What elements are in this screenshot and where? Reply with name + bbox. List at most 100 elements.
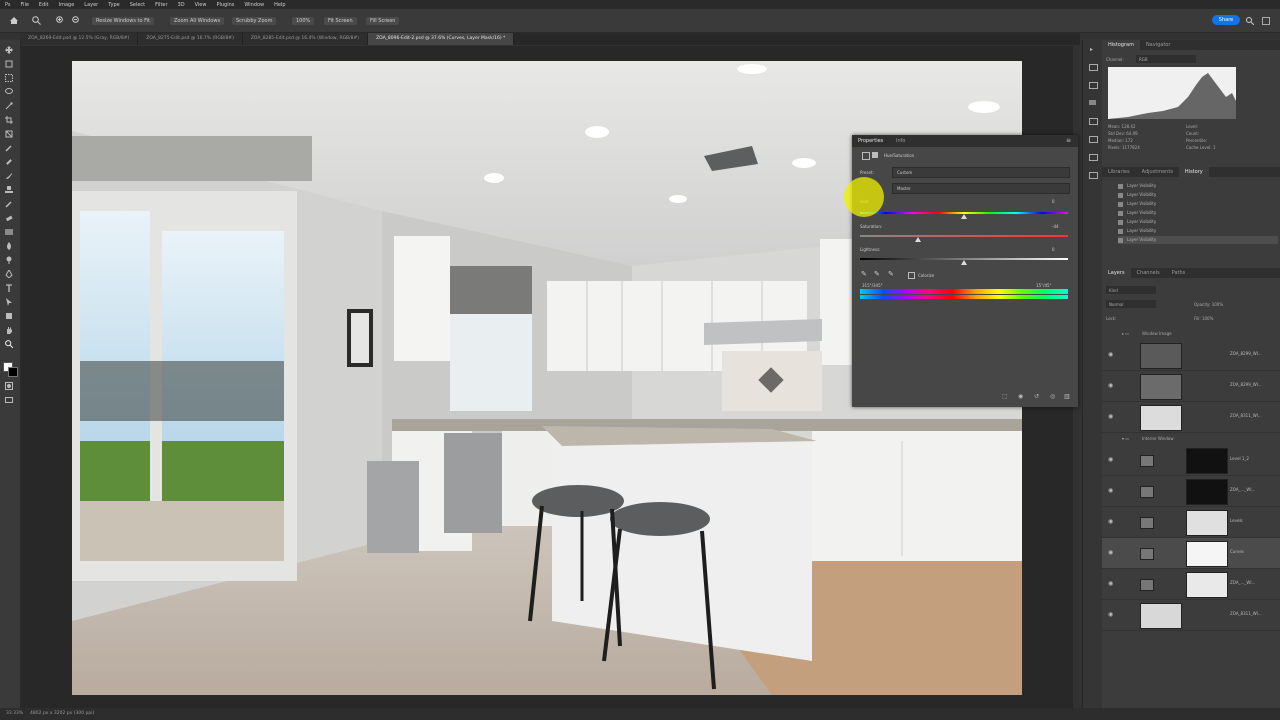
info-panel-icon[interactable] <box>1089 154 1098 161</box>
history-item[interactable]: Layer Visibility <box>1118 209 1278 217</box>
tab-history[interactable]: History <box>1178 167 1209 177</box>
shape-tool-icon[interactable] <box>5 312 13 320</box>
history-item[interactable]: Layer Visibility <box>1118 236 1278 244</box>
delete-icon[interactable]: ▥ <box>1064 393 1070 400</box>
properties-panel[interactable]: Properties Info ≡ Hue/Saturation Preset:… <box>852 135 1078 407</box>
brushes-panel-icon[interactable] <box>1089 118 1098 125</box>
layer-thumbnail[interactable] <box>1140 603 1182 629</box>
app-logo[interactable]: Ps <box>0 2 16 8</box>
zoom-tool-icon[interactable] <box>32 16 41 27</box>
layer-mask-thumbnail[interactable] <box>1186 572 1228 598</box>
home-icon[interactable] <box>10 17 18 24</box>
healing-brush-tool-icon[interactable] <box>5 158 13 166</box>
menu-item-filter[interactable]: Filter <box>150 2 172 8</box>
quick-mask-icon[interactable] <box>5 382 13 390</box>
eyedropper-tool-icon[interactable] <box>5 144 13 152</box>
lightness-value[interactable]: 0 <box>1052 247 1055 252</box>
layer-row[interactable]: ◉ ZOA_8311_WI... <box>1102 600 1280 631</box>
path-select-tool-icon[interactable] <box>5 298 13 306</box>
tab-layers[interactable]: Layers <box>1102 268 1131 278</box>
brush-tool-icon[interactable] <box>5 172 13 180</box>
zoom-out-icon[interactable] <box>72 16 81 27</box>
eyedropper-minus-icon[interactable]: ✎ <box>888 270 894 278</box>
history-item[interactable]: Layer Visibility <box>1118 182 1278 190</box>
eyedropper-plus-icon[interactable]: ✎ <box>874 270 880 278</box>
fit-screen-button[interactable]: Fit Screen <box>324 17 357 25</box>
color-range-bar-bottom[interactable] <box>860 295 1068 299</box>
menu-item-layer[interactable]: Layer <box>79 2 103 8</box>
layer-name[interactable]: Levels <box>1230 518 1243 523</box>
character-panel-icon[interactable] <box>1089 64 1098 71</box>
visibility-icon[interactable]: ◎ <box>1050 393 1055 400</box>
quick-select-tool-icon[interactable] <box>5 102 13 110</box>
eraser-tool-icon[interactable] <box>5 214 13 222</box>
layer-thumbnail[interactable] <box>1140 374 1182 400</box>
color-range-bar-top[interactable] <box>860 289 1068 294</box>
layer-row[interactable]: ◉ ZOA_..._WI... <box>1102 569 1280 600</box>
hue-value[interactable]: 0 <box>1052 199 1055 204</box>
visibility-eye-icon[interactable]: ◉ <box>1108 456 1113 463</box>
share-button[interactable]: Share <box>1212 15 1240 25</box>
history-item[interactable]: Layer Visibility <box>1118 218 1278 226</box>
screen-mode-icon[interactable] <box>5 396 13 404</box>
expand-panels-icon[interactable]: ▸ <box>1090 46 1093 53</box>
menu-item-image[interactable]: Image <box>54 2 80 8</box>
layer-thumbnail[interactable] <box>1186 510 1228 536</box>
history-item[interactable]: Layer Visibility <box>1118 227 1278 235</box>
visibility-eye-icon[interactable]: ◉ <box>1108 518 1113 525</box>
layer-name[interactable]: Curves <box>1230 549 1244 554</box>
crop-tool-icon[interactable] <box>5 116 13 124</box>
saturation-value[interactable]: -44 <box>1052 224 1059 229</box>
visibility-eye-icon[interactable]: ◉ <box>1108 549 1113 556</box>
frame-tool-icon[interactable] <box>5 130 13 138</box>
saturation-slider[interactable] <box>860 235 1068 237</box>
view-previous-icon[interactable]: ◉ <box>1018 393 1023 400</box>
clip-to-layer-icon[interactable]: ⬚ <box>1002 393 1008 400</box>
tab-histogram[interactable]: Histogram <box>1102 40 1140 50</box>
layer-name[interactable]: ZOA_8311_WI... <box>1230 611 1262 616</box>
layer-row[interactable]: ◉ Level 1_2 <box>1102 445 1280 476</box>
move-tool-icon[interactable] <box>5 46 13 54</box>
dodge-tool-icon[interactable] <box>5 256 13 264</box>
layer-name[interactable]: ZOA_..._WI... <box>1230 580 1255 585</box>
panel-menu-icon[interactable]: ≡ <box>1066 137 1071 144</box>
layer-row[interactable]: ◉ ZOA_8311_WI... <box>1102 402 1280 433</box>
opacity-field[interactable]: Opacity: 100% <box>1194 302 1223 307</box>
tab-libraries[interactable]: Libraries <box>1102 167 1136 177</box>
clone-stamp-tool-icon[interactable] <box>5 186 13 194</box>
layer-row[interactable]: ◉ Levels <box>1102 507 1280 538</box>
layer-thumbnail[interactable] <box>1140 343 1182 369</box>
hue-slider-handle[interactable] <box>961 214 967 219</box>
channel-dropdown[interactable]: Master <box>892 183 1070 194</box>
blur-tool-icon[interactable] <box>5 242 13 250</box>
visibility-eye-icon[interactable]: ◉ <box>1108 413 1113 420</box>
layer-row[interactable]: ◉ ZOA_8299_WI... <box>1102 371 1280 402</box>
actions-panel-icon[interactable] <box>1089 136 1098 143</box>
layer-group-window-image[interactable]: ▸ ▭ Window Image <box>1102 328 1280 340</box>
layer-filter-dropdown[interactable]: Kind <box>1106 286 1156 294</box>
tab-channels[interactable]: Channels <box>1131 268 1166 278</box>
tab-navigator[interactable]: Navigator <box>1140 40 1176 50</box>
document-tab[interactable]: ZOA_8096-Edit-2.psd @ 37.6% (Curves, Lay… <box>368 33 515 45</box>
document-tab[interactable]: ZOA_8269-Edit.psd @ 12.5% (Gray, RGB/8#) <box>20 33 139 45</box>
layer-mask-thumbnail[interactable] <box>1186 479 1228 505</box>
workspace-icon[interactable] <box>1262 17 1270 25</box>
blend-mode-dropdown[interactable]: Normal <box>1106 300 1156 308</box>
mask-icon[interactable] <box>872 152 878 158</box>
menu-item-file[interactable]: File <box>16 2 34 8</box>
history-item[interactable]: Layer Visibility <box>1118 191 1278 199</box>
menu-item-plugins[interactable]: Plugins <box>211 2 239 8</box>
zoom-tool-icon[interactable] <box>5 340 14 349</box>
layer-thumbnail[interactable] <box>1186 541 1228 567</box>
tab-info[interactable]: Info <box>896 138 905 144</box>
menu-item-select[interactable]: Select <box>125 2 150 8</box>
scrubby-zoom-checkbox[interactable]: Scrubby Zoom <box>232 17 277 25</box>
resize-windows-checkbox[interactable]: Resize Windows to Fit <box>92 17 154 25</box>
preset-dropdown[interactable]: Custom <box>892 167 1070 178</box>
gradient-tool-icon[interactable] <box>5 228 13 236</box>
zoom-100-button[interactable]: 100% <box>292 17 315 25</box>
properties-panel-header[interactable]: Properties Info ≡ <box>852 135 1078 147</box>
visibility-eye-icon[interactable]: ◉ <box>1108 611 1113 618</box>
layer-row[interactable]: ◉ Curves <box>1102 538 1280 569</box>
search-icon[interactable] <box>1246 17 1255 27</box>
